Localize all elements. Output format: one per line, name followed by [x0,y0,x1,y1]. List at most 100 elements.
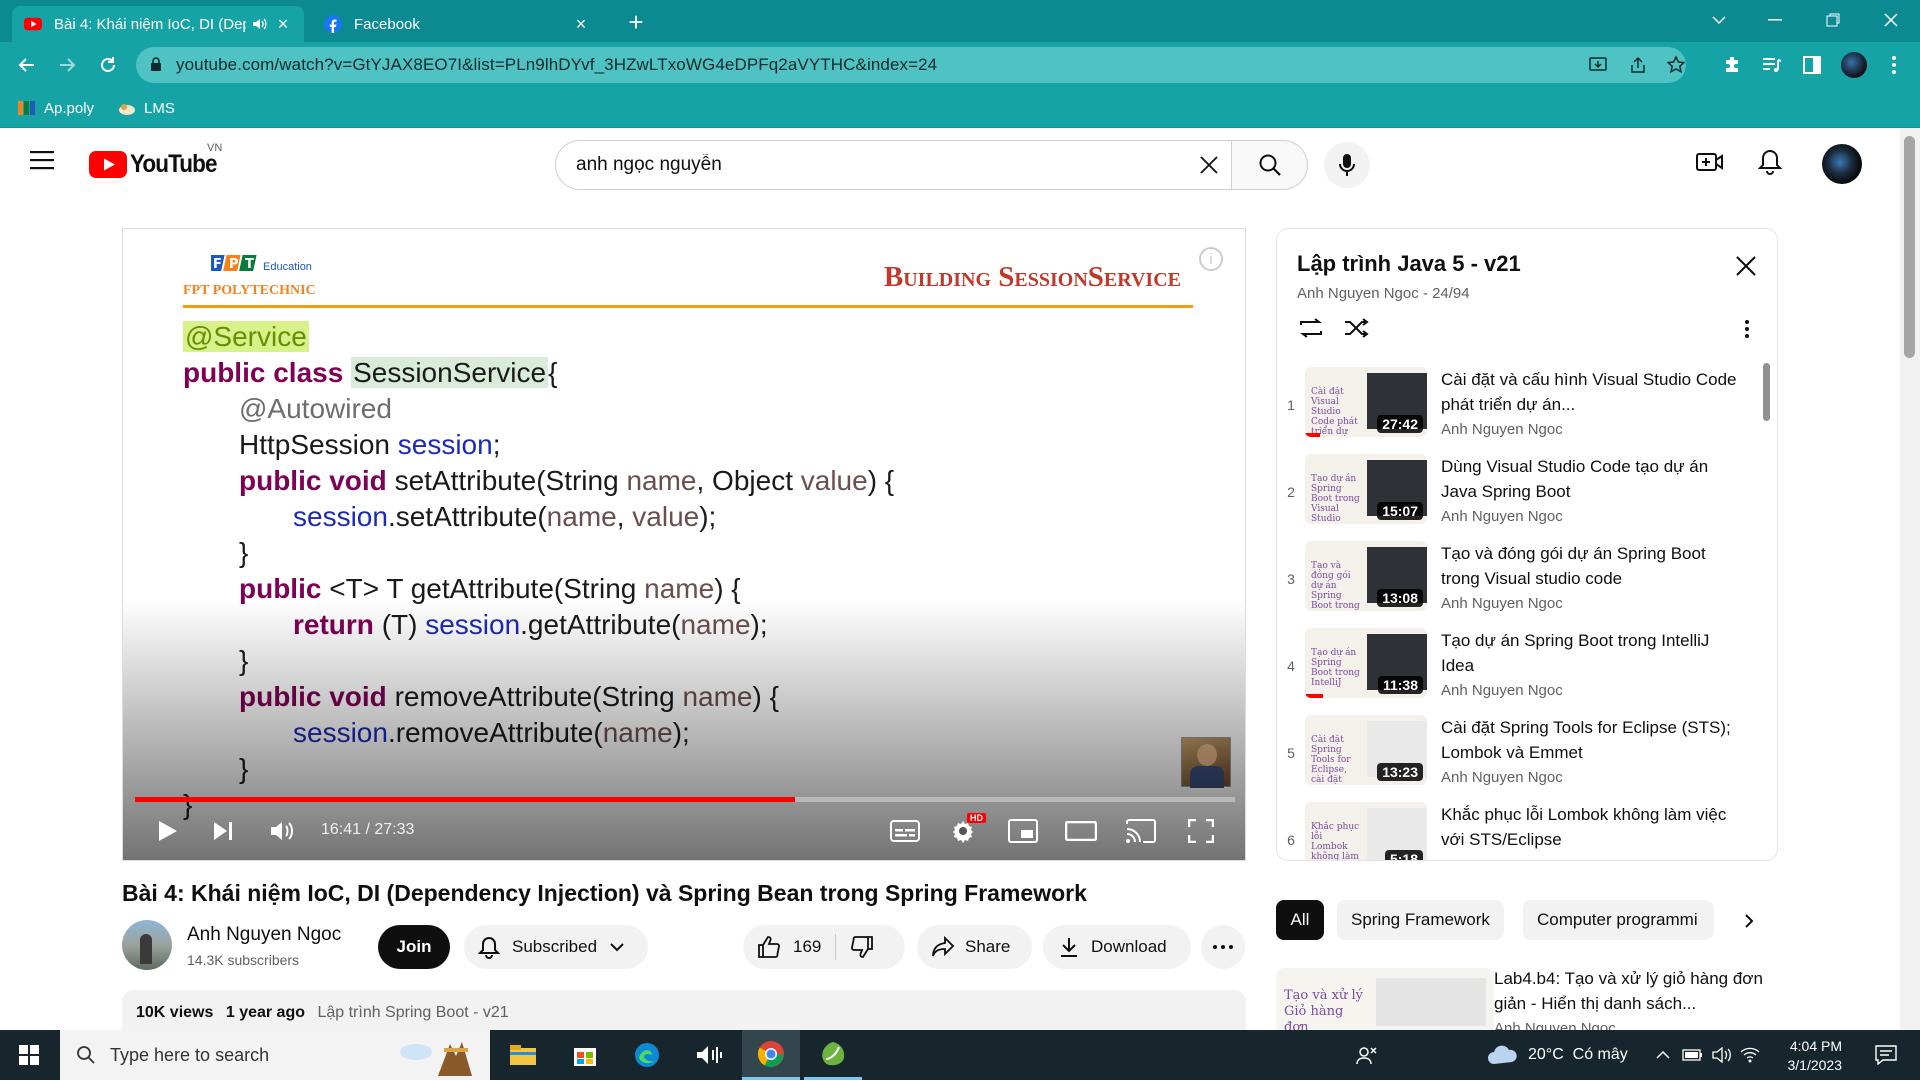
bookmark-star-icon[interactable] [1666,55,1686,80]
like-divider [835,934,837,960]
search-input[interactable] [576,154,1156,176]
new-tab-button[interactable]: + [622,7,650,37]
channel-avatar[interactable] [122,920,172,970]
tab-search-icon[interactable] [1696,0,1742,40]
lock-icon[interactable] [150,57,162,77]
bookmark-lms[interactable]: LMS [118,96,175,120]
like-button[interactable]: 169 [757,935,821,959]
file-explorer-icon[interactable] [494,1030,552,1080]
channel-name[interactable]: Anh Nguyen Ngoc [187,924,341,946]
profile-avatar[interactable] [1838,49,1870,81]
item-channel: Anh Nguyen Ngoc [1441,682,1563,699]
windows-start-button[interactable] [0,1030,58,1080]
next-button[interactable] [203,811,243,851]
edge-browser-icon[interactable] [618,1030,676,1080]
microsoft-store-icon[interactable] [556,1030,614,1080]
search-button[interactable] [1232,140,1308,190]
chrome-taskbar-icon[interactable] [742,1030,800,1080]
volume-button[interactable] [263,811,303,851]
video-player[interactable]: F P T Education FPT POLYTECHNIC Building… [122,228,1246,861]
playlist-item[interactable]: 3 Tạo và đóng gói dự án Spring Boot tron… [1277,535,1757,622]
spring-tools-icon[interactable] [804,1030,862,1080]
media-control-icon[interactable] [1756,49,1788,81]
people-icon[interactable] [1356,1030,1378,1080]
progress-bar[interactable] [135,797,1235,802]
playlist-item[interactable]: 6 Khắc phục lỗi Lombok không làm việc vớ… [1277,796,1757,860]
share-button[interactable]: Share [917,925,1032,969]
playlist-item[interactable]: 5 Cài đặt Spring Tools for Eclipse, cài … [1277,709,1757,796]
close-tab-icon[interactable]: × [572,14,590,34]
weather-widget[interactable]: 20°C Có mây [1486,1030,1628,1080]
loop-icon[interactable] [1297,317,1325,344]
scrollbar-thumb[interactable] [1904,136,1915,358]
chips-next-icon[interactable] [1734,906,1764,936]
join-button[interactable]: Join [378,925,450,969]
theater-mode-button[interactable] [1059,811,1103,851]
install-app-icon[interactable] [1588,55,1608,80]
playlist-scrollbar[interactable] [1763,363,1770,421]
side-panel-icon[interactable] [1796,49,1828,81]
settings-button[interactable]: HD [941,811,986,851]
minimize-button[interactable] [1752,0,1798,40]
wifi-icon[interactable] [1740,1030,1760,1080]
back-icon[interactable] [10,49,42,81]
hamburger-menu-icon[interactable] [30,150,56,175]
chip-all[interactable]: All [1276,900,1324,940]
close-playlist-icon[interactable] [1735,255,1757,282]
clear-search-icon[interactable] [1198,154,1220,181]
playlist-title[interactable]: Lập trình Java 5 - v21 [1297,251,1521,277]
playlist-item[interactable]: 4 Tạo dự án Spring Boot trong IntelliJ 11… [1277,622,1757,709]
playlist-link[interactable]: Lập trình Spring Boot - v21 [317,1004,508,1021]
fullscreen-icon [1188,819,1214,843]
restore-button[interactable] [1810,0,1856,40]
clock[interactable]: 4:04 PM 3/1/2023 [1770,1030,1843,1080]
code-line: session.setAttribute(name, value); [293,501,717,532]
address-bar[interactable]: youtube.com/watch?v=GtYJAX8EO7I&list=PLn… [136,47,1686,83]
account-avatar[interactable] [1822,144,1862,184]
more-actions-button[interactable] [1201,925,1245,969]
extensions-icon[interactable] [1716,49,1748,81]
notifications-icon[interactable] [1866,1030,1906,1080]
tab-title: Facebook [354,15,420,33]
create-video-icon[interactable] [1696,150,1724,179]
playlist-item[interactable]: 2 Tạo dự án Spring Boot trong Visual Stu… [1277,448,1757,535]
play-button[interactable] [147,811,187,851]
cast-button[interactable] [1119,811,1163,851]
playlist-menu-icon[interactable] [1745,319,1749,344]
download-button[interactable]: Download [1043,925,1191,969]
chip-computer-programming[interactable]: Computer programmi [1523,900,1714,940]
dislike-button[interactable] [850,935,874,959]
subtitles-button[interactable] [883,811,927,851]
speaker-icon[interactable] [1712,1030,1732,1080]
youtube-logo[interactable]: YouTube VN [89,142,226,179]
windows-taskbar: Type here to search 20°C Có mây 4:04 PM … [0,1030,1920,1080]
close-window-button[interactable] [1868,0,1914,40]
tab-youtube[interactable]: Bài 4: Khái niệm IoC, DI (Dep × [12,6,304,42]
like-count: 169 [793,937,822,956]
audio-app-icon[interactable] [680,1030,738,1080]
page-scrollbar[interactable] [1900,128,1920,1030]
share-page-icon[interactable] [1628,55,1648,80]
taskbar-search[interactable]: Type here to search [60,1030,490,1080]
voice-search-button[interactable] [1324,142,1370,188]
shuffle-icon[interactable] [1343,317,1371,344]
battery-icon[interactable] [1682,1030,1704,1080]
subscribed-button[interactable]: Subscribed [464,925,648,969]
browser-menu-icon[interactable] [1878,49,1910,81]
close-tab-icon[interactable]: × [274,14,292,34]
related-title[interactable]: Lab4.b4: Tạo và xử lý giỏ hàng đơn giản … [1494,966,1774,1016]
miniplayer-button[interactable] [1001,811,1045,851]
tray-overflow-icon[interactable] [1656,1030,1670,1080]
forward-icon[interactable] [52,49,84,81]
bookmark-appoly[interactable]: Ap.poly [18,96,94,120]
chip-spring-framework[interactable]: Spring Framework [1337,900,1504,940]
notifications-bell-icon[interactable] [1757,148,1783,181]
related-thumbnail[interactable]: Tạo và xử lý Giỏ hàng đơn [1276,968,1494,1030]
tab-facebook[interactable]: Facebook × [312,6,602,42]
fullscreen-button[interactable] [1179,811,1223,851]
reload-icon[interactable] [92,49,124,81]
playlist-item[interactable]: 1 Cài đặt Visual Studio Code phát triển … [1277,361,1757,448]
info-icon[interactable]: i [1199,247,1223,271]
item-title: Cài đặt Spring Tools for Eclipse (STS); … [1441,718,1731,762]
tab-audio-icon[interactable] [252,17,268,31]
